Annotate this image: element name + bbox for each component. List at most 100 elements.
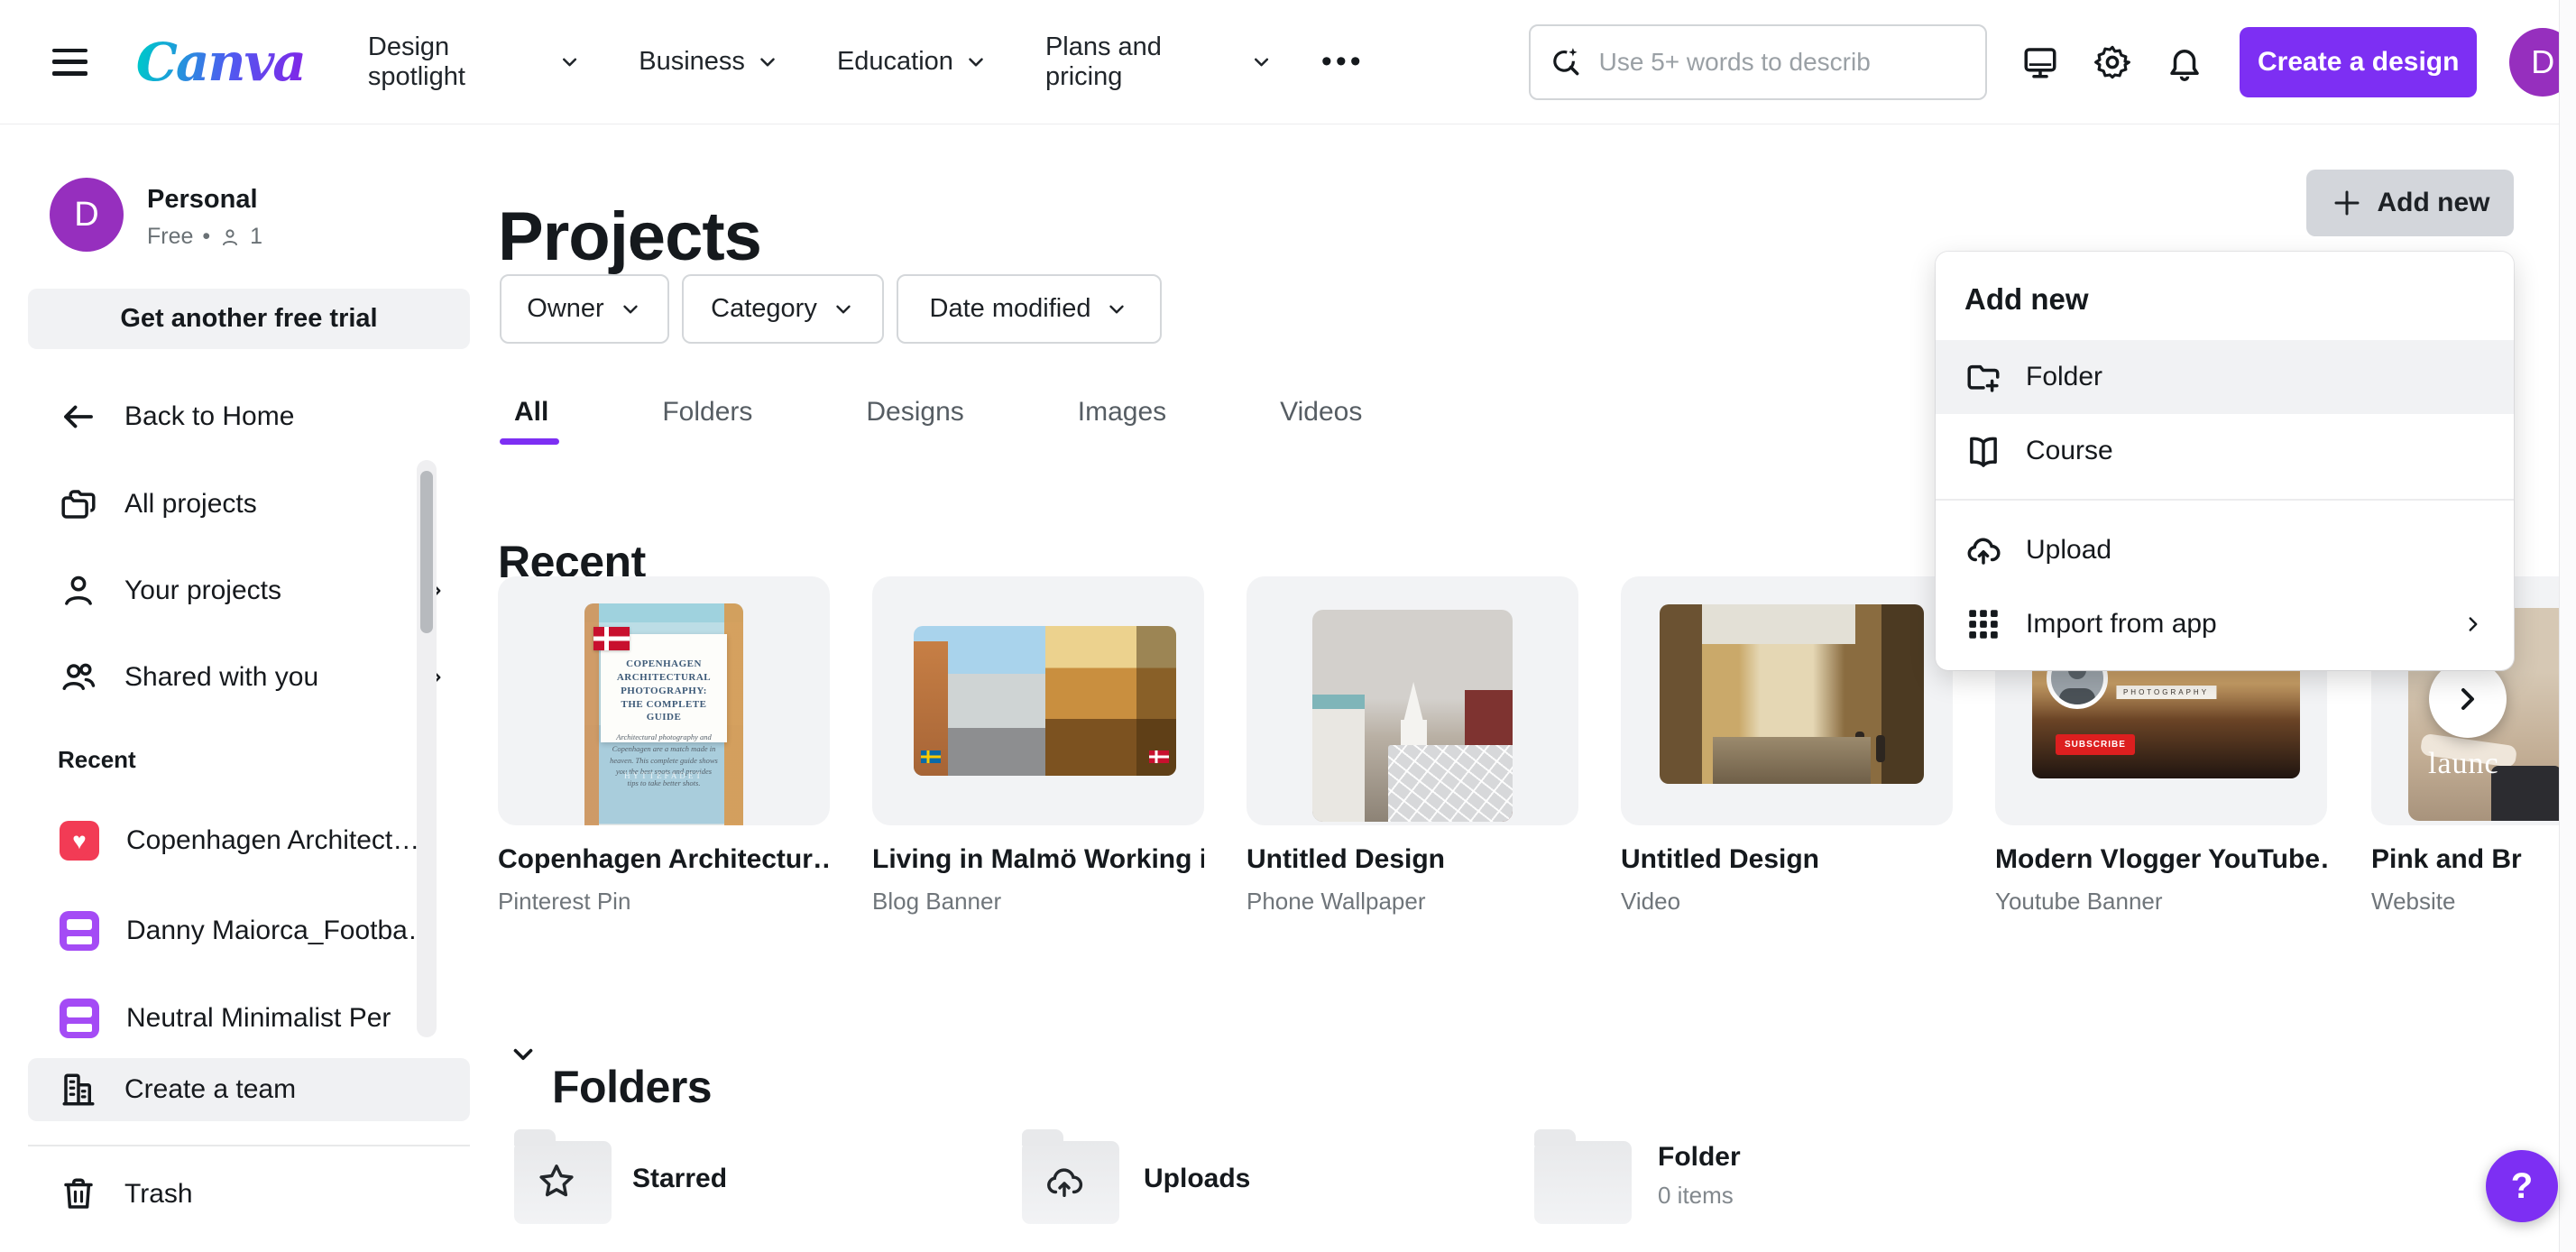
design-type: Youtube Banner	[1995, 888, 2163, 916]
design-title[interactable]: Untitled Design	[1621, 844, 1953, 875]
help-button[interactable]: ?	[2486, 1150, 2558, 1222]
carousel-next-button[interactable]	[2429, 660, 2507, 738]
sidebar-item-your-projects[interactable]: Your projects	[28, 556, 470, 626]
menu-title: Add new	[1936, 252, 2514, 340]
add-new-button[interactable]: Add new	[2306, 170, 2514, 236]
person-icon	[219, 226, 241, 248]
tab-videos[interactable]: Videos	[1264, 388, 1378, 437]
account-switcher[interactable]: D Personal Free• 1	[50, 178, 262, 252]
create-team-button[interactable]: Create a team	[28, 1058, 470, 1121]
back-to-home[interactable]: Back to Home	[28, 382, 470, 452]
danish-flag	[593, 627, 630, 650]
design-card-video[interactable]	[1621, 576, 1953, 825]
design-title[interactable]: Pink and Br	[2371, 844, 2576, 875]
tab-images[interactable]: Images	[1062, 388, 1182, 437]
filter-date-modified[interactable]: Date modified	[897, 274, 1162, 344]
page-scrollbar[interactable]	[2559, 0, 2576, 1252]
design-type: Video	[1621, 888, 1680, 916]
folder-name[interactable]: Folder	[1658, 1142, 1741, 1173]
design-title[interactable]: Copenhagen Architectur…	[498, 844, 830, 875]
folder-item-count: 0 items	[1658, 1182, 1734, 1210]
search-input[interactable]	[1597, 47, 1967, 78]
building-sign-text: HYTTEFADET	[584, 771, 743, 780]
add-new-menu: Add new Folder Course Upload Import from…	[1936, 252, 2514, 670]
design-card-pinterest[interactable]: COPENHAGEN ARCHITECTURAL PHOTOGRAPHY: TH…	[498, 576, 830, 825]
menu-icon[interactable]	[52, 49, 87, 76]
collapse-folders-icon[interactable]	[508, 1039, 538, 1070]
design-card-phone-wallpaper[interactable]	[1247, 576, 1578, 825]
design-title[interactable]: Modern Vlogger YouTube…	[1995, 844, 2327, 875]
chevron-down-icon	[756, 51, 779, 74]
filter-owner[interactable]: Owner	[500, 274, 669, 344]
building-icon	[60, 1071, 97, 1109]
design-thumbnail	[914, 626, 1176, 776]
menu-item-import-from-app[interactable]: Import from app	[1936, 587, 2514, 661]
map-graphic	[1388, 745, 1513, 822]
recent-folder-neutral[interactable]: Neutral Minimalist Per	[28, 983, 470, 1054]
sidebar: D Personal Free• 1 Get another free tria…	[0, 124, 498, 1252]
bell-icon[interactable]	[2166, 43, 2203, 81]
filter-category[interactable]: Category	[682, 274, 884, 344]
folder-generic[interactable]	[1534, 1141, 1632, 1224]
recent-folder-copenhagen[interactable]: Copenhagen Architect…	[28, 806, 470, 876]
menu-item-upload[interactable]: Upload	[1936, 513, 2514, 587]
sidebar-item-shared-with-you[interactable]: Shared with you	[28, 642, 470, 713]
chevron-right-icon	[2461, 612, 2485, 636]
tab-folders[interactable]: Folders	[646, 388, 768, 437]
print-badge-icon	[60, 999, 99, 1038]
account-plan: Free• 1	[147, 224, 262, 250]
chevron-right-icon	[2450, 681, 2486, 717]
subscribe-badge: SUBSCRIBE	[2056, 734, 2135, 755]
chevron-down-icon	[619, 298, 642, 321]
website-headline-text: launc	[2428, 747, 2499, 781]
create-design-button[interactable]: Create a design	[2240, 27, 2478, 97]
chevron-down-icon	[832, 298, 855, 321]
menu-item-folder[interactable]: Folder	[1936, 340, 2514, 414]
design-type: Phone Wallpaper	[1247, 888, 1426, 916]
design-title[interactable]: Living in Malmö Working i…	[872, 844, 1204, 875]
page-title: Projects	[498, 198, 761, 276]
nav-plans-pricing[interactable]: Plans and pricing	[1045, 32, 1273, 92]
account-name: Personal	[147, 185, 262, 215]
design-type: Pinterest Pin	[498, 888, 630, 916]
magic-search-icon	[1549, 45, 1583, 79]
canva-logo[interactable]: Canva	[136, 36, 305, 88]
people-icon	[60, 658, 97, 696]
recent-folder-danny[interactable]: Danny Maiorca_Footba…	[28, 896, 470, 966]
channel-tag-text: PHOTOGRAPHY	[2116, 686, 2216, 699]
design-card-blog-banner[interactable]	[872, 576, 1204, 825]
pin-heading: COPENHAGEN ARCHITECTURAL PHOTOGRAPHY: TH…	[610, 658, 718, 724]
design-title[interactable]: Untitled Design	[1247, 844, 1578, 875]
person-icon	[60, 572, 97, 610]
free-trial-button[interactable]: Get another free trial	[28, 289, 470, 349]
tab-designs[interactable]: Designs	[850, 388, 980, 437]
folder-name[interactable]: Starred	[632, 1164, 727, 1194]
nav-design-spotlight[interactable]: Design spotlight	[368, 32, 581, 92]
star-icon	[536, 1161, 577, 1202]
sidebar-item-trash[interactable]: Trash	[28, 1159, 470, 1229]
plus-icon	[2331, 187, 2363, 219]
content-tabs: All Folders Designs Images Videos	[498, 388, 1378, 437]
chevron-down-icon	[558, 51, 581, 74]
menu-item-course[interactable]: Course	[1936, 414, 2514, 488]
folder-starred[interactable]	[514, 1141, 612, 1224]
divider	[28, 1145, 470, 1146]
gear-icon[interactable]	[2093, 43, 2131, 81]
nav-education[interactable]: Education	[837, 47, 988, 77]
apps-grid-icon	[1964, 605, 2002, 643]
design-type: Blog Banner	[872, 888, 1001, 916]
folder-uploads[interactable]	[1022, 1141, 1119, 1224]
design-thumbnail	[1660, 604, 1924, 784]
tab-all[interactable]: All	[498, 388, 565, 437]
arrow-left-icon	[60, 398, 97, 436]
folder-name[interactable]: Uploads	[1144, 1164, 1250, 1194]
search-bar[interactable]	[1529, 24, 1987, 100]
nav-business[interactable]: Business	[639, 47, 779, 77]
danish-flag	[1149, 750, 1169, 763]
chevron-down-icon	[1250, 51, 1273, 74]
pin-body-text: Architectural photography and Copenhagen…	[610, 732, 718, 789]
more-icon[interactable]: •••	[1321, 44, 1365, 79]
devices-icon[interactable]	[2021, 43, 2059, 81]
sidebar-scrollbar-thumb[interactable]	[420, 471, 433, 633]
sidebar-item-all-projects[interactable]: All projects	[28, 469, 470, 539]
